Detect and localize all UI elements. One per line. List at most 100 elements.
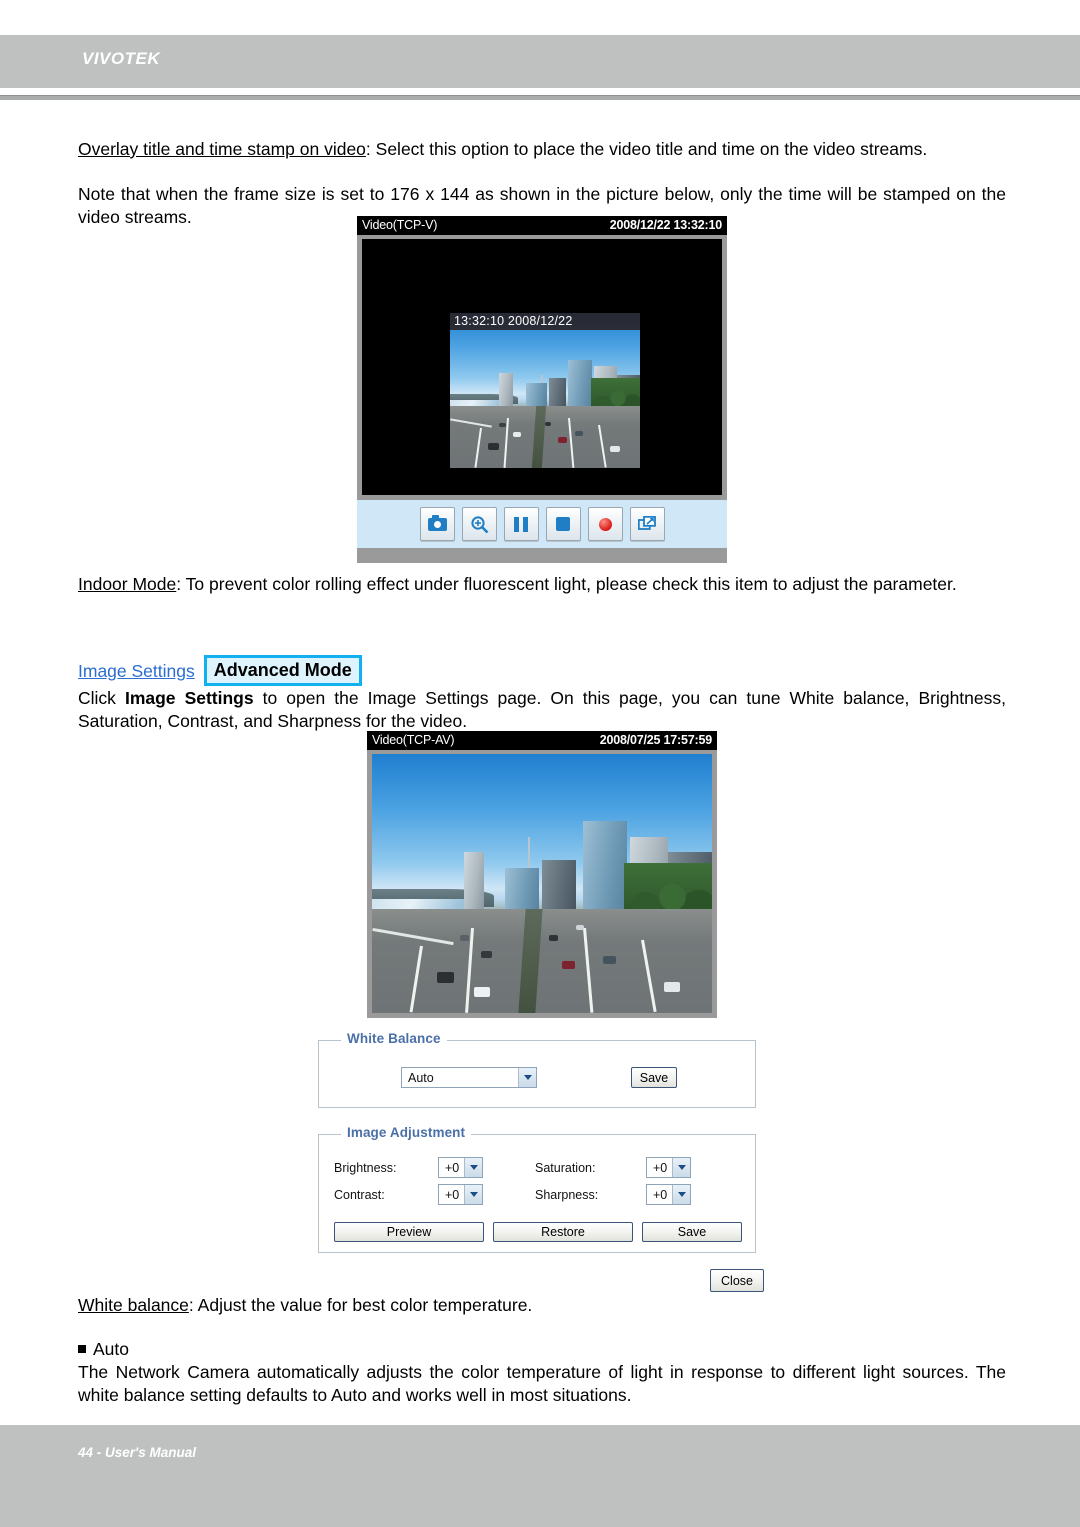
image-adjustment-panel: Image Adjustment Brightness: +0 Contrast… bbox=[318, 1125, 756, 1253]
scene-building bbox=[567, 359, 593, 406]
sharpness-value: +0 bbox=[653, 1187, 668, 1202]
preview-button[interactable]: Preview bbox=[334, 1222, 484, 1242]
scene-car bbox=[488, 443, 499, 451]
video-player-large: Video(TCP-AV) 2008/07/25 17:57:59 bbox=[367, 731, 717, 1018]
indoor-mode-description: : To prevent color rolling effect under … bbox=[176, 574, 957, 594]
contrast-label: Contrast: bbox=[334, 1188, 385, 1202]
image-adjustment-legend: Image Adjustment bbox=[341, 1125, 472, 1140]
paragraph-overlay-title: Overlay title and time stamp on video: S… bbox=[78, 138, 1006, 161]
brightness-label: Brightness: bbox=[334, 1161, 397, 1175]
record-icon bbox=[598, 517, 612, 531]
click-bold-term: Image Settings bbox=[124, 688, 254, 708]
paragraph-auto-description: The Network Camera automatically adjusts… bbox=[78, 1361, 1006, 1406]
chevron-down-icon bbox=[464, 1185, 482, 1204]
image-adjustment-save-label: Save bbox=[677, 1225, 707, 1239]
image-adjustment-save-button[interactable]: Save bbox=[642, 1222, 742, 1242]
stop-button[interactable] bbox=[545, 507, 581, 541]
scene-car bbox=[499, 423, 507, 428]
saturation-label: Saturation: bbox=[535, 1161, 596, 1175]
player-small-timestamp: 2008/12/22 13:32:10 bbox=[609, 218, 722, 232]
sharpness-label: Sharpness: bbox=[535, 1188, 599, 1202]
digital-zoom-button[interactable] bbox=[461, 507, 497, 541]
video-scene-small bbox=[450, 313, 640, 468]
scene-car bbox=[562, 961, 576, 970]
brightness-select[interactable]: +0 bbox=[438, 1157, 483, 1178]
scene-building bbox=[542, 860, 576, 910]
page-header: VIVOTEK bbox=[0, 35, 1080, 88]
digital-zoom-icon bbox=[470, 515, 488, 533]
white-balance-value: Auto bbox=[408, 1070, 434, 1085]
scene-building bbox=[548, 378, 566, 406]
bullet-auto: Auto bbox=[78, 1338, 1006, 1361]
white-balance-save-label: Save bbox=[639, 1070, 669, 1085]
overlay-description: : Select this option to place the video … bbox=[365, 139, 928, 159]
white-balance-select[interactable]: Auto bbox=[401, 1067, 537, 1088]
page-footer: 44 - User's Manual bbox=[0, 1425, 1080, 1527]
term-overlay-title: Overlay title and time stamp on video bbox=[78, 139, 366, 159]
player-large-stage bbox=[367, 750, 717, 1018]
player-large-titlebar: Video(TCP-AV) 2008/07/25 17:57:59 bbox=[367, 731, 717, 750]
scene-car bbox=[576, 924, 584, 930]
paragraph-click-image-settings: Click Image Settings to open the Image S… bbox=[78, 687, 1006, 732]
white-balance-legend: White Balance bbox=[341, 1031, 447, 1046]
video-overlay-timestamp: 13:32:10 2008/12/22 bbox=[450, 313, 640, 330]
auto-description-text: The Network Camera automatically adjusts… bbox=[78, 1362, 1006, 1405]
chevron-down-icon bbox=[518, 1068, 536, 1087]
saturation-value: +0 bbox=[653, 1160, 668, 1175]
scene-car bbox=[480, 950, 492, 958]
record-button[interactable] bbox=[587, 507, 623, 541]
close-button[interactable]: Close bbox=[710, 1269, 764, 1292]
white-balance-panel: White Balance Auto Save bbox=[318, 1031, 756, 1108]
footer-page-note: 44 - User's Manual bbox=[78, 1445, 197, 1460]
scene-car bbox=[474, 987, 490, 998]
header-divider bbox=[0, 95, 1080, 100]
restore-label: Restore bbox=[541, 1225, 585, 1239]
contrast-value: +0 bbox=[445, 1187, 460, 1202]
contrast-select[interactable]: +0 bbox=[438, 1184, 483, 1205]
sharpness-select[interactable]: +0 bbox=[646, 1184, 691, 1205]
term-white-balance: White balance bbox=[78, 1295, 189, 1315]
player-large-timestamp: 2008/07/25 17:57:59 bbox=[599, 733, 712, 747]
scene-car bbox=[436, 971, 454, 983]
paragraph-white-balance: White balance: Adjust the value for best… bbox=[78, 1294, 1006, 1317]
player-small-stage: 13:32:10 2008/12/22 bbox=[357, 235, 727, 500]
scene-car bbox=[548, 935, 558, 942]
fullscreen-button[interactable] bbox=[629, 507, 665, 541]
chevron-down-icon bbox=[464, 1158, 482, 1177]
scene-building bbox=[499, 373, 513, 406]
snapshot-button[interactable] bbox=[419, 507, 455, 541]
white-balance-save-button[interactable]: Save bbox=[631, 1067, 677, 1088]
scene-building bbox=[463, 852, 485, 910]
scene-car bbox=[664, 981, 681, 992]
scene-car bbox=[460, 935, 470, 942]
bullet-square-icon bbox=[78, 1345, 86, 1353]
player-small-title: Video(TCP-V) bbox=[362, 218, 438, 232]
player-small-titlebar: Video(TCP-V) 2008/12/22 13:32:10 bbox=[357, 216, 727, 235]
scene-building bbox=[582, 821, 627, 910]
player-small-toolbar bbox=[357, 500, 727, 548]
term-indoor-mode: Indoor Mode bbox=[78, 574, 177, 594]
scene-car bbox=[609, 446, 620, 453]
image-settings-link[interactable]: Image Settings bbox=[78, 660, 195, 682]
pause-icon bbox=[514, 516, 528, 532]
advanced-mode-badge: Advanced Mode bbox=[203, 655, 362, 686]
scene-building bbox=[504, 867, 539, 910]
paragraph-indoor-mode: Indoor Mode: To prevent color rolling ef… bbox=[78, 573, 1006, 596]
chevron-down-icon bbox=[672, 1185, 690, 1204]
restore-button[interactable]: Restore bbox=[493, 1222, 633, 1242]
video-scene-large bbox=[372, 754, 712, 1013]
scene-car bbox=[545, 421, 551, 426]
saturation-select[interactable]: +0 bbox=[646, 1157, 691, 1178]
scene-car bbox=[512, 432, 521, 438]
fullscreen-icon bbox=[637, 515, 656, 530]
scene-road bbox=[372, 909, 712, 1013]
image-settings-row: Image Settings Advanced Mode bbox=[78, 655, 362, 686]
brand-logo: VIVOTEK bbox=[82, 49, 161, 68]
scene-car bbox=[575, 430, 584, 436]
preview-label: Preview bbox=[386, 1225, 432, 1239]
white-balance-description: : Adjust the value for best color temper… bbox=[188, 1295, 533, 1315]
chevron-down-icon bbox=[672, 1158, 690, 1177]
pause-button[interactable] bbox=[503, 507, 539, 541]
video-thumbnail-176x144: 13:32:10 2008/12/22 bbox=[450, 313, 640, 468]
bullet-auto-label: Auto bbox=[93, 1339, 129, 1359]
